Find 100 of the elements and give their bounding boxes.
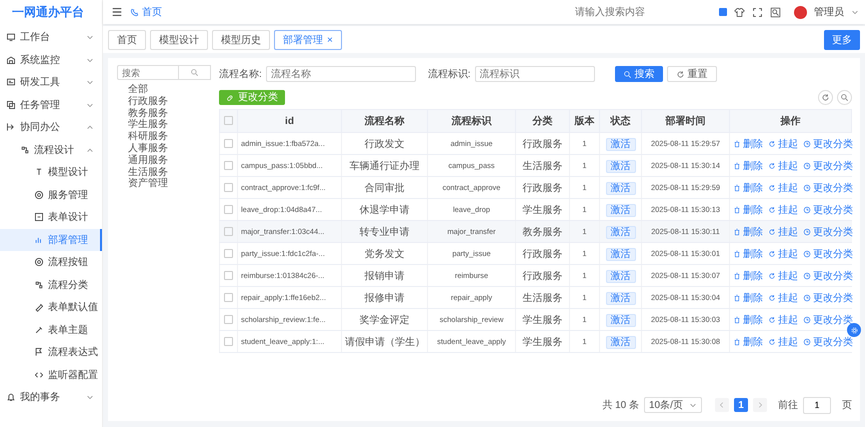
- action-link[interactable]: 更改分类: [803, 334, 853, 348]
- more-button[interactable]: 更多: [824, 30, 860, 50]
- tree-item[interactable]: 行政服务: [117, 96, 211, 108]
- action-link[interactable]: 挂起: [768, 290, 798, 304]
- action-link[interactable]: 更改分类: [803, 158, 853, 172]
- sidebar-item[interactable]: 模型设计: [0, 161, 102, 184]
- page-tab[interactable]: 模型设计: [150, 30, 208, 50]
- action-link[interactable]: 更改分类: [803, 268, 853, 282]
- refresh-button[interactable]: [818, 90, 833, 104]
- user-name[interactable]: 管理员: [814, 5, 844, 19]
- row-checkbox[interactable]: [224, 270, 233, 280]
- row-checkbox[interactable]: [224, 314, 233, 324]
- row-checkbox[interactable]: [224, 182, 233, 192]
- clock-icon: [803, 162, 811, 170]
- action-link[interactable]: 更改分类: [803, 180, 853, 194]
- action-link[interactable]: 挂起: [768, 268, 798, 282]
- sidebar-item[interactable]: 流程按钮: [0, 251, 102, 274]
- shirt-icon[interactable]: [734, 6, 745, 18]
- filter-field[interactable]: 流程标识: [474, 66, 595, 82]
- table-cell: 报销申请: [342, 264, 428, 286]
- tree-item[interactable]: 全部: [117, 84, 211, 96]
- select-all-checkbox[interactable]: [224, 116, 233, 126]
- next-page-button[interactable]: [753, 398, 767, 412]
- action-link[interactable]: 挂起: [768, 334, 798, 348]
- sidebar-item[interactable]: 监听器配置: [0, 364, 102, 386]
- action-link[interactable]: 挂起: [768, 224, 798, 238]
- tree-item[interactable]: 科研服务: [117, 131, 211, 143]
- row-checkbox[interactable]: [224, 138, 233, 148]
- home-link[interactable]: 首页: [130, 5, 162, 19]
- action-link[interactable]: 挂起: [768, 312, 798, 326]
- page-tab[interactable]: 模型历史: [212, 30, 270, 50]
- tree-search-field[interactable]: 搜索: [117, 65, 179, 80]
- sidebar-item[interactable]: 流程表达式: [0, 341, 102, 364]
- action-link[interactable]: 删除: [733, 312, 763, 326]
- tree-item[interactable]: 通用服务: [117, 154, 211, 167]
- action-link[interactable]: 删除: [733, 180, 763, 194]
- action-link[interactable]: 更改分类: [803, 224, 853, 238]
- sidebar-item[interactable]: 表单设计: [0, 206, 102, 228]
- tree-item[interactable]: 学生服务: [117, 119, 211, 132]
- tree-item[interactable]: 人事服务: [117, 142, 211, 155]
- action-link[interactable]: 挂起: [768, 136, 798, 150]
- search-toggle-button[interactable]: [837, 90, 852, 104]
- action-link[interactable]: 挂起: [768, 246, 798, 260]
- sidebar-item[interactable]: 系统监控: [0, 48, 102, 71]
- row-checkbox[interactable]: [224, 204, 233, 214]
- sidebar-item[interactable]: 任务管理: [0, 94, 102, 116]
- action-link[interactable]: 删除: [733, 136, 763, 150]
- action-link[interactable]: 更改分类: [803, 290, 853, 304]
- page-number[interactable]: 1: [734, 398, 748, 412]
- row-checkbox[interactable]: [224, 336, 233, 346]
- action-link[interactable]: 删除: [733, 246, 763, 260]
- tree-item[interactable]: 教务服务: [117, 108, 211, 120]
- row-checkbox[interactable]: [224, 160, 233, 170]
- sidebar-item[interactable]: 我的事务: [0, 386, 102, 408]
- page-tab[interactable]: 首页: [108, 30, 146, 50]
- square-icon[interactable]: [719, 8, 727, 16]
- reset-button[interactable]: 重置: [666, 66, 717, 82]
- sidebar-item[interactable]: 研发工具: [0, 71, 102, 94]
- goto-page-field[interactable]: 1: [803, 396, 831, 414]
- chevron-down-icon[interactable]: [851, 8, 859, 16]
- search-icon[interactable]: [770, 6, 781, 18]
- action-link[interactable]: 删除: [733, 158, 763, 172]
- tree-search-button[interactable]: [179, 65, 211, 80]
- sidebar-item[interactable]: 流程分类: [0, 274, 102, 296]
- action-link[interactable]: 挂起: [768, 158, 798, 172]
- page-tab[interactable]: 部署管理 ×: [274, 30, 342, 50]
- action-link[interactable]: 挂起: [768, 180, 798, 194]
- sidebar-item[interactable]: 流程设计: [0, 138, 102, 161]
- tree-item[interactable]: 资产管理: [117, 178, 211, 190]
- action-link[interactable]: 删除: [733, 290, 763, 304]
- row-checkbox[interactable]: [224, 248, 233, 258]
- row-checkbox[interactable]: [224, 292, 233, 302]
- sidebar-item[interactable]: 协同办公: [0, 116, 102, 138]
- sidebar-item[interactable]: 表单默认值: [0, 296, 102, 318]
- trash-icon: [733, 272, 741, 280]
- tree-item[interactable]: 生活服务: [117, 166, 211, 178]
- action-link[interactable]: 删除: [733, 334, 763, 348]
- sidebar-item[interactable]: 工作台: [0, 26, 102, 48]
- action-link[interactable]: 更改分类: [803, 136, 853, 150]
- menu-icon[interactable]: [111, 6, 123, 18]
- search-button[interactable]: 搜索: [614, 66, 663, 82]
- prev-page-button[interactable]: [715, 398, 729, 412]
- fullscreen-icon[interactable]: [752, 6, 763, 18]
- sidebar-item[interactable]: 服务管理: [0, 184, 102, 206]
- action-link[interactable]: 更改分类: [803, 202, 853, 216]
- action-link[interactable]: 删除: [733, 224, 763, 238]
- close-icon[interactable]: ×: [327, 34, 333, 46]
- action-link[interactable]: 挂起: [768, 202, 798, 216]
- sidebar-item[interactable]: 部署管理: [0, 228, 102, 251]
- filter-field[interactable]: 流程名称: [266, 66, 416, 82]
- action-link[interactable]: 更改分类: [803, 246, 853, 260]
- avatar-icon[interactable]: [794, 6, 807, 18]
- page-size-select[interactable]: 10条/页: [644, 397, 702, 413]
- sidebar-item[interactable]: 表单主题: [0, 318, 102, 341]
- change-category-button[interactable]: 更改分类: [219, 90, 285, 104]
- trash-icon: [733, 162, 741, 170]
- action-link[interactable]: 更改分类: [803, 312, 853, 326]
- action-link[interactable]: 删除: [733, 268, 763, 282]
- action-link[interactable]: 删除: [733, 202, 763, 216]
- row-checkbox[interactable]: [224, 226, 233, 236]
